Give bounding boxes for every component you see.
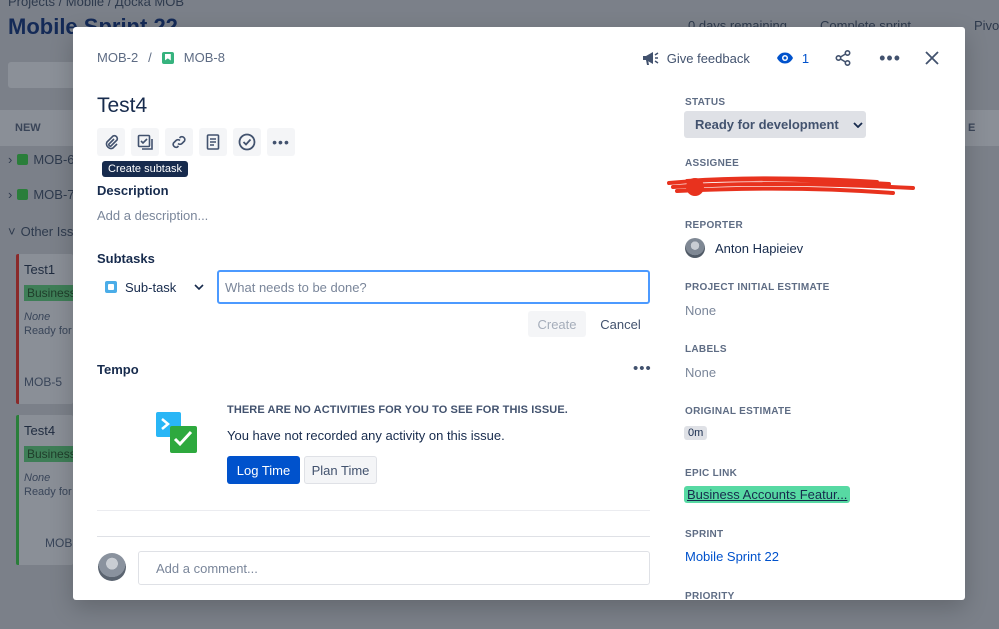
tempo-more-icon[interactable]: ••• [633,360,652,377]
give-feedback-button[interactable]: Give feedback [641,47,750,69]
reporter-name: Anton Hapieiev [715,240,804,256]
subtask-type-select[interactable]: Sub-task [97,271,211,303]
document-icon [206,134,220,150]
project-initial-estimate-label: PROJECT INITIAL ESTIMATE [685,282,830,293]
redacted-assignee[interactable] [667,175,915,199]
issue-title[interactable]: Test4 [97,94,147,118]
original-estimate-value[interactable]: 0m [684,426,708,440]
chevron-down-icon: ˅ [8,224,16,239]
status-label: STATUS [685,97,726,108]
log-time-button[interactable]: Log Time [227,456,300,484]
issue-toolbar: ••• [97,128,295,156]
description-field[interactable]: Add a description... [97,208,208,223]
labels-value[interactable]: None [685,365,716,380]
subtask-icon [137,134,153,150]
watch-count: 1 [801,50,810,66]
sprint-link[interactable]: Mobile Sprint 22 [685,549,779,564]
status-value: Ready for development [695,117,839,132]
bg-card[interactable]: Test1 Business None Ready for MOB-5 [16,254,84,404]
eye-icon [776,52,793,64]
megaphone-icon [642,52,659,65]
create-subtask-button[interactable] [131,128,159,156]
more-toolbar-icon[interactable]: ••• [267,128,295,156]
parent-issue-link[interactable]: MOB-2 [97,50,138,65]
breadcrumb-separator: / [148,50,152,65]
share-button[interactable] [835,47,851,69]
pivot-label: Pivo [974,18,999,33]
paperclip-icon [105,134,119,150]
story-icon [161,51,174,64]
add-page-button[interactable] [199,128,227,156]
attach-button[interactable] [97,128,125,156]
create-subtask-submit[interactable]: Create [528,311,586,337]
description-heading: Description [97,183,169,198]
tempo-panel: THERE ARE NO ACTIVITIES FOR YOU TO SEE F… [97,383,650,511]
status-dropdown[interactable]: Ready for development [684,111,866,138]
current-issue-link[interactable]: MOB-8 [184,50,225,65]
board-breadcrumb: Projects / Mobile / Доска MOB [8,0,185,9]
chevron-down-icon [194,284,204,290]
chevron-right-icon: › [8,152,13,167]
subtasks-heading: Subtasks [97,251,155,266]
column-new: NEW [0,110,73,146]
other-issues-row[interactable]: ˅ Other Issu [8,224,81,239]
chevron-down-icon [853,121,863,128]
bg-row[interactable]: › MOB-6 [8,152,75,167]
reporter-field[interactable]: Anton Hapieiev [685,238,803,258]
link-icon [172,135,186,149]
checklist-button[interactable] [233,128,261,156]
cancel-subtask-button[interactable]: Cancel [593,311,648,337]
priority-label: PRIORITY [685,591,735,600]
comment-input[interactable]: Add a comment... [138,551,650,585]
epic-link[interactable]: Business Accounts Featur... [684,486,851,503]
watch-button[interactable]: 1 [776,47,809,69]
tempo-heading: Tempo [97,362,139,377]
project-initial-estimate-value[interactable]: None [685,303,716,318]
breadcrumb: MOB-2 / MOB-8 [97,50,225,65]
reporter-label: REPORTER [685,220,743,231]
plan-time-button[interactable]: Plan Time [304,456,377,484]
create-subtask-tooltip: Create subtask [102,161,188,177]
assignee-label: ASSIGNEE [685,158,740,169]
tempo-empty-message: You have not recorded any activity on th… [227,428,505,443]
avatar [685,238,705,258]
original-estimate-label: ORIGINAL ESTIMATE [685,406,792,417]
story-icon [17,154,29,165]
dialog-actions: Give feedback 1 ••• [641,47,939,69]
link-issue-button[interactable] [165,128,193,156]
subtask-type-label: Sub-task [125,279,177,295]
close-icon [925,51,939,65]
column-right: E [965,110,999,146]
subtask-summary-input[interactable] [217,270,650,304]
subtask-type-icon [105,281,117,293]
avatar [98,553,126,581]
check-circle-icon [238,133,256,151]
sprint-label: SPRINT [685,529,724,540]
comment-divider [97,536,650,537]
give-feedback-label: Give feedback [666,50,750,66]
share-icon [835,50,851,66]
bg-card[interactable]: Test4 Business None Ready for MOB [16,415,84,565]
more-actions-icon[interactable]: ••• [879,47,901,69]
chevron-right-icon: › [8,187,13,202]
story-icon [17,189,29,200]
bg-row[interactable]: › MOB-7 [8,187,75,202]
tempo-empty-title: THERE ARE NO ACTIVITIES FOR YOU TO SEE F… [227,404,568,416]
close-button[interactable] [925,47,939,69]
tempo-logo-icon [156,412,197,453]
board-filter[interactable] [8,62,78,88]
labels-label: LABELS [685,344,727,355]
issue-dialog: MOB-2 / MOB-8 Give feedback 1 ••• Test4 [73,27,965,600]
epic-link-label: EPIC LINK [685,468,738,479]
